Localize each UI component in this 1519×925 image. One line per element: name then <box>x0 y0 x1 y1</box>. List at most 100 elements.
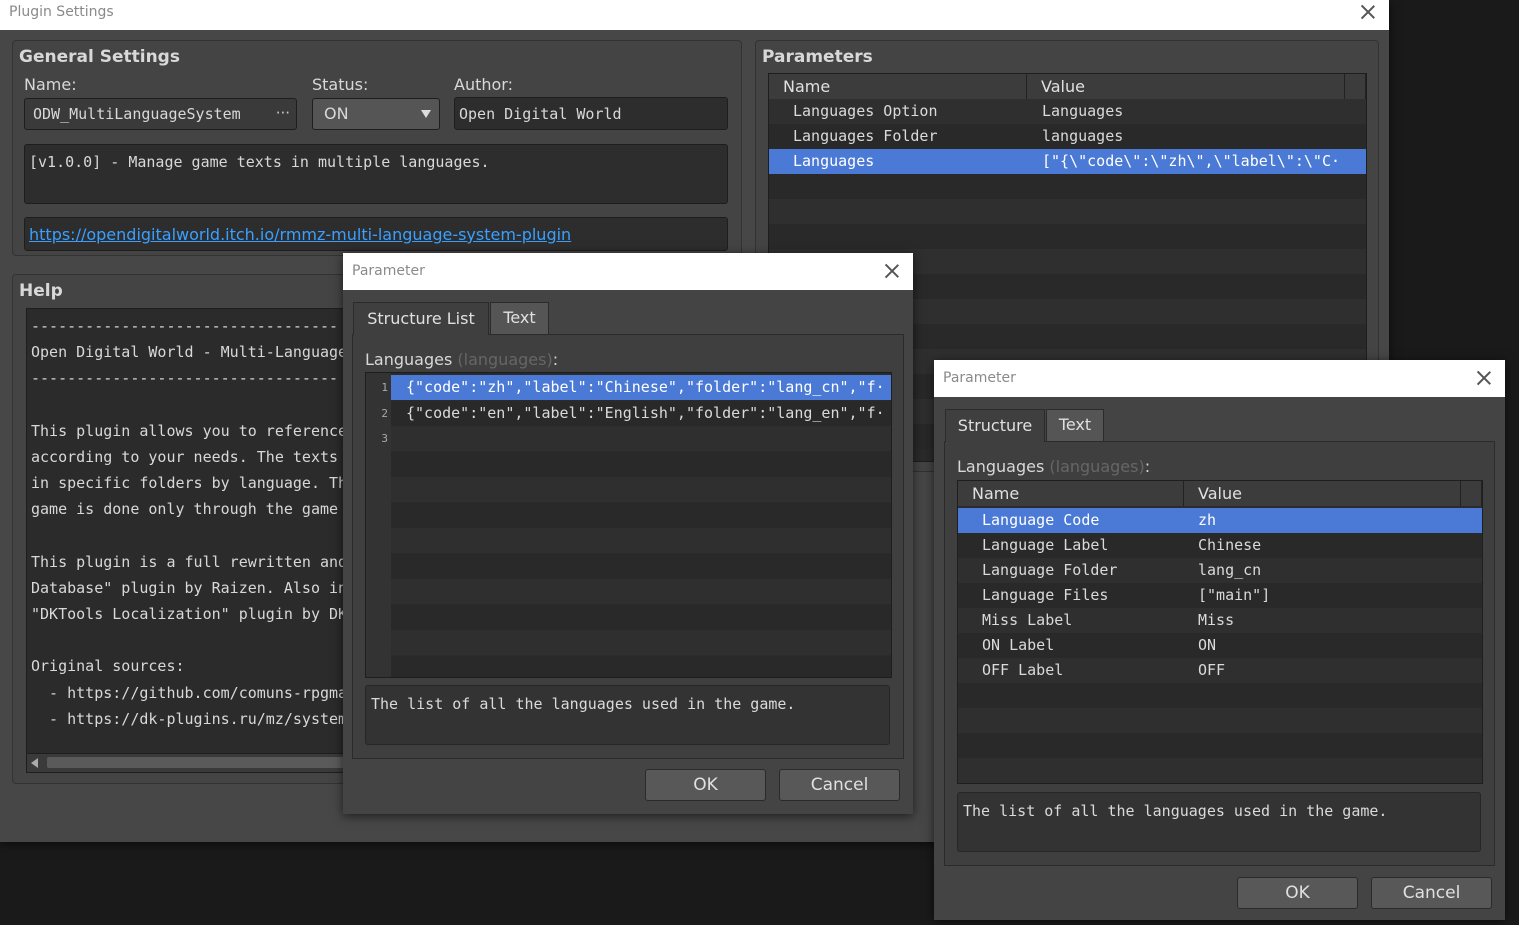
help-lines: ---------------------------------- Open D… <box>31 313 356 732</box>
status-label: Status: <box>312 75 369 94</box>
struct-value-cell: lang_cn <box>1198 561 1262 579</box>
plugin-url-link[interactable]: https://opendigitalworld.itch.io/rmmz-mu… <box>29 225 571 244</box>
dialog2-title: Parameter <box>943 370 1016 386</box>
col-extra-header <box>1345 74 1366 99</box>
list-item[interactable]: 1 {"code":"zh","label":"Chinese","folder"… <box>381 375 891 400</box>
struct-name-cell: Language Label <box>982 536 1109 554</box>
table-row <box>958 733 1482 758</box>
struct-value-cell: zh <box>1198 511 1217 529</box>
ellipsis-icon[interactable]: ··· <box>276 104 290 122</box>
struct-value-cell: Miss <box>1198 611 1235 629</box>
col-name-header[interactable]: Name <box>769 74 1027 99</box>
struct-value-cell: ["main"] <box>1198 586 1271 604</box>
line-number: 2 <box>381 406 388 420</box>
help-line: - https://github.com/comuns-rpgma <box>31 683 348 702</box>
list-item <box>391 451 891 477</box>
table-row[interactable]: Language Files ["main"] <box>958 583 1482 608</box>
name-field[interactable]: ODW_MultiLanguageSystem ··· <box>24 98 297 130</box>
status-select[interactable]: ON <box>312 98 440 130</box>
list-item[interactable]: 2 {"code":"en","label":"English","folder"… <box>381 400 891 426</box>
help-horizontal-scrollbar[interactable] <box>26 753 358 773</box>
ok-button[interactable]: OK <box>645 769 766 801</box>
dialog1-description: The list of all the languages used in th… <box>365 685 890 745</box>
struct-name-cell: Language Folder <box>982 561 1118 579</box>
help-line <box>31 392 356 418</box>
structure-list[interactable]: 1 {"code":"zh","label":"Chinese","folder"… <box>365 372 892 678</box>
cancel-button[interactable]: Cancel <box>1371 877 1492 909</box>
param-value-cell: languages <box>1042 127 1124 145</box>
list-item[interactable]: 3 <box>381 426 891 451</box>
table-row <box>958 683 1482 708</box>
author-field[interactable]: Open Digital World <box>454 97 728 130</box>
param-name-cell: Languages <box>793 152 875 170</box>
table-row[interactable]: Languages Folder languages <box>769 124 1366 149</box>
dialog2-description-text: The list of all the languages used in th… <box>963 802 1388 820</box>
dialog1-description-text: The list of all the languages used in th… <box>371 695 796 713</box>
param-name-cell: Languages Option <box>793 102 938 120</box>
close-icon[interactable] <box>884 263 900 279</box>
table-row[interactable]: Languages ["{\"code\":\"zh\",\"label\":\"… <box>769 149 1366 174</box>
dialog2-description: The list of all the languages used in th… <box>957 792 1481 852</box>
table-row[interactable]: Language Folder lang_cn <box>958 558 1482 583</box>
help-line: ---------------------------------- <box>31 369 339 388</box>
close-icon[interactable] <box>1476 370 1492 386</box>
table-row <box>958 758 1482 783</box>
param-name: Languages <box>957 457 1045 476</box>
help-title: Help <box>19 281 63 301</box>
tab-text[interactable]: Text <box>1046 409 1104 441</box>
table-row[interactable]: Language Label Chinese <box>958 533 1482 558</box>
struct-value-cell: ON <box>1198 636 1217 654</box>
table-row[interactable]: ON Label ON <box>958 633 1482 658</box>
list-item-text: {"code":"zh","label":"Chinese","folder":… <box>406 378 886 396</box>
ok-button[interactable]: OK <box>1237 877 1358 909</box>
help-line: This plugin allows you to reference <box>31 421 348 440</box>
scroll-thumb[interactable] <box>47 757 357 768</box>
list-item <box>391 579 891 604</box>
list-item <box>391 630 891 655</box>
description-field[interactable]: [v1.0.0] - Manage game texts in multiple… <box>24 144 728 204</box>
col-value-header[interactable]: Value <box>1027 74 1345 99</box>
list-item <box>391 477 891 502</box>
list-item <box>391 528 891 553</box>
help-line <box>31 627 356 653</box>
help-line: in specific folders by language. The <box>31 474 357 493</box>
tab-structure-list[interactable]: Structure List <box>353 302 489 335</box>
structure-rows: Language Code zh Language Label Chinese Lang… <box>958 508 1482 783</box>
table-row[interactable]: Languages Option Languages <box>769 99 1366 124</box>
list-item <box>391 553 891 579</box>
scroll-left-icon[interactable] <box>31 758 38 768</box>
param-key: (languages) <box>1049 457 1145 476</box>
col-extra-header <box>1461 481 1482 506</box>
list-item <box>391 655 891 677</box>
window-title: Plugin Settings <box>9 4 114 20</box>
general-settings-title: General Settings <box>19 47 180 67</box>
list-item <box>391 604 891 630</box>
list-rows: 1 {"code":"zh","label":"Chinese","folder"… <box>366 375 891 677</box>
close-icon[interactable] <box>1360 4 1376 20</box>
cancel-button[interactable]: Cancel <box>779 769 900 801</box>
tab-structure[interactable]: Structure <box>945 409 1045 442</box>
help-text-area[interactable]: ---------------------------------- Open D… <box>26 308 358 755</box>
col-value-header[interactable]: Value <box>1184 481 1461 506</box>
dialog1-title: Parameter <box>352 263 425 279</box>
col-name-header[interactable]: Name <box>958 481 1184 506</box>
help-line: Open Digital World - Multi-Language <box>31 343 348 362</box>
help-line: ---------------------------------- <box>31 317 339 335</box>
author-value: Open Digital World <box>459 105 622 123</box>
table-row[interactable]: Language Code zh <box>958 508 1482 533</box>
table-row <box>769 224 1366 249</box>
struct-name-cell: Language Code <box>982 511 1100 529</box>
table-row[interactable]: OFF Label OFF <box>958 658 1482 683</box>
table-row <box>769 174 1366 199</box>
author-label: Author: <box>454 75 513 94</box>
chevron-down-icon <box>421 110 431 118</box>
table-row <box>769 199 1366 224</box>
status-value: ON <box>324 104 349 123</box>
help-line <box>31 523 356 549</box>
description-text: [v1.0.0] - Manage game texts in multiple… <box>29 153 490 171</box>
list-item <box>391 502 891 528</box>
help-line: This plugin is a full rewritten and <box>31 552 348 571</box>
tab-text[interactable]: Text <box>490 302 549 334</box>
table-row[interactable]: Miss Label Miss <box>958 608 1482 633</box>
param-colon: : <box>1144 457 1151 476</box>
